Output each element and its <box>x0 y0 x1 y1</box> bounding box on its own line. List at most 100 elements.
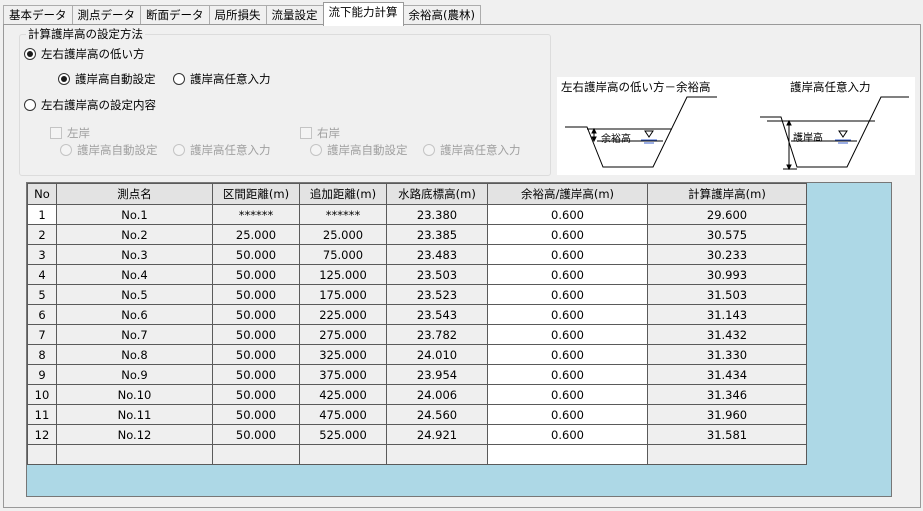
left-bank-checkbox[interactable]: 左岸 <box>50 125 90 141</box>
table-row[interactable]: 11 No.11 50.000 475.000 24.560 0.600 31.960 <box>27 404 807 425</box>
radio-icon[interactable] <box>173 144 185 156</box>
table-cell[interactable]: 31.581 <box>647 424 807 445</box>
table-cell[interactable]: 0.600 <box>487 324 648 345</box>
table-row[interactable]: 1 No.1 ****** ****** 23.380 0.600 29.600 <box>27 204 807 225</box>
table-cell[interactable]: 23.523 <box>386 284 488 305</box>
left-manual-input[interactable]: 護岸高任意入力 <box>173 142 271 158</box>
row-number-cell[interactable]: 7 <box>27 324 57 345</box>
table-cell[interactable]: 225.000 <box>299 304 387 325</box>
table-cell[interactable]: 0.600 <box>487 284 648 305</box>
table-cell[interactable]: 375.000 <box>299 364 387 385</box>
station-data-grid[interactable]: No 測点名 区間距離(m) 追加距離(m) 水路底標高(m) 余裕高/護岸高(m) 計算護… <box>26 182 892 497</box>
table-cell[interactable]: No.6 <box>56 304 213 325</box>
table-cell[interactable]: 25.000 <box>299 224 387 245</box>
table-cell[interactable]: 23.954 <box>386 364 488 385</box>
radio-icon[interactable] <box>173 73 185 85</box>
table-cell[interactable] <box>386 444 488 465</box>
table-cell[interactable]: 0.600 <box>487 264 648 285</box>
table-cell[interactable]: 30.575 <box>647 224 807 245</box>
column-header[interactable]: 水路底標高(m) <box>386 183 488 205</box>
table-cell[interactable]: 0.600 <box>487 224 648 245</box>
column-header[interactable]: 余裕高/護岸高(m) <box>487 183 648 205</box>
table-cell[interactable]: 23.543 <box>386 304 488 325</box>
table-cell[interactable]: 31.503 <box>647 284 807 305</box>
table-cell[interactable]: 0.600 <box>487 384 648 405</box>
table-row[interactable]: 6 No.6 50.000 225.000 23.543 0.600 31.143 <box>27 304 807 325</box>
table-row[interactable]: 5 No.5 50.000 175.000 23.523 0.600 31.503 <box>27 284 807 305</box>
table-cell[interactable] <box>299 444 387 465</box>
option-lower-bank[interactable]: 左右護岸高の低い方 <box>24 46 145 62</box>
table-row[interactable]: 9 No.9 50.000 375.000 23.954 0.600 31.434 <box>27 364 807 385</box>
table-cell[interactable]: No.8 <box>56 344 213 365</box>
tab-4[interactable]: 局所損失 <box>208 5 267 25</box>
tab-3[interactable]: 断面データ <box>140 5 210 25</box>
table-cell[interactable]: No.1 <box>56 204 213 225</box>
table-cell[interactable]: 31.960 <box>647 404 807 425</box>
table-cell[interactable]: No.7 <box>56 324 213 345</box>
table-cell[interactable]: 31.346 <box>647 384 807 405</box>
table-cell[interactable]: 24.006 <box>386 384 488 405</box>
table-cell[interactable]: 0.600 <box>487 204 648 225</box>
table-row[interactable]: 7 No.7 50.000 275.000 23.782 0.600 31.432 <box>27 324 807 345</box>
table-cell[interactable]: 23.483 <box>386 244 488 265</box>
table-row[interactable]: 2 No.2 25.000 25.000 23.385 0.600 30.575 <box>27 224 807 245</box>
table-row[interactable]: 10 No.10 50.000 425.000 24.006 0.600 31.346 <box>27 384 807 405</box>
table-row[interactable]: 3 No.3 50.000 75.000 23.483 0.600 30.233 <box>27 244 807 265</box>
row-number-cell[interactable]: 5 <box>27 284 57 305</box>
table-cell[interactable]: 0.600 <box>487 424 648 445</box>
tab-1[interactable]: 基本データ <box>3 5 73 25</box>
table-cell[interactable]: No.3 <box>56 244 213 265</box>
table-row[interactable]: 4 No.4 50.000 125.000 23.503 0.600 30.993 <box>27 264 807 285</box>
table-cell[interactable]: ****** <box>299 204 387 225</box>
right-manual-input[interactable]: 護岸高任意入力 <box>423 142 521 158</box>
table-cell[interactable]: 0.600 <box>487 304 648 325</box>
tab-5[interactable]: 流量設定 <box>265 5 324 25</box>
table-cell[interactable]: 425.000 <box>299 384 387 405</box>
tab-7[interactable]: 余裕高(農林) <box>402 5 481 25</box>
table-cell[interactable]: 50.000 <box>212 404 300 425</box>
radio-icon[interactable] <box>310 144 322 156</box>
radio-icon[interactable] <box>24 99 36 111</box>
table-cell[interactable]: 23.380 <box>386 204 488 225</box>
table-cell[interactable]: 31.330 <box>647 344 807 365</box>
row-number-cell[interactable]: 1 <box>27 204 57 225</box>
table-cell[interactable]: 50.000 <box>212 384 300 405</box>
row-number-cell[interactable]: 4 <box>27 264 57 285</box>
row-number-cell[interactable]: 11 <box>27 404 57 425</box>
column-header[interactable]: 計算護岸高(m) <box>647 183 807 205</box>
checkbox-icon[interactable] <box>300 127 312 139</box>
table-cell[interactable]: No.4 <box>56 264 213 285</box>
table-cell[interactable]: No.9 <box>56 364 213 385</box>
row-number-cell[interactable]: 10 <box>27 384 57 405</box>
tab-6[interactable]: 流下能力計算 <box>322 2 404 26</box>
column-header[interactable]: 追加距離(m) <box>299 183 387 205</box>
table-cell[interactable]: 125.000 <box>299 264 387 285</box>
table-cell[interactable]: 0.600 <box>487 344 648 365</box>
option-each-bank[interactable]: 左右護岸高の設定内容 <box>24 97 156 113</box>
table-cell[interactable]: 29.600 <box>647 204 807 225</box>
row-number-cell[interactable]: 2 <box>27 224 57 245</box>
row-number-cell[interactable]: 3 <box>27 244 57 265</box>
table-cell[interactable]: No.5 <box>56 284 213 305</box>
column-header[interactable]: 測点名 <box>56 183 213 205</box>
table-cell[interactable]: 325.000 <box>299 344 387 365</box>
table-cell[interactable]: No.2 <box>56 224 213 245</box>
option-auto-set[interactable]: 護岸高自動設定 <box>58 71 156 87</box>
table-cell[interactable]: 175.000 <box>299 284 387 305</box>
row-number-cell[interactable]: 6 <box>27 304 57 325</box>
table-cell[interactable]: 50.000 <box>212 344 300 365</box>
table-cell[interactable]: 24.010 <box>386 344 488 365</box>
row-number-cell[interactable]: 12 <box>27 424 57 445</box>
table-cell[interactable]: 275.000 <box>299 324 387 345</box>
table-cell[interactable]: 23.503 <box>386 264 488 285</box>
table-row[interactable] <box>27 444 807 465</box>
checkbox-icon[interactable] <box>50 127 62 139</box>
radio-icon[interactable] <box>58 73 70 85</box>
table-cell[interactable]: 75.000 <box>299 244 387 265</box>
table-cell[interactable]: 50.000 <box>212 244 300 265</box>
table-cell[interactable]: 50.000 <box>212 304 300 325</box>
table-cell[interactable] <box>647 444 807 465</box>
table-cell[interactable]: 24.921 <box>386 424 488 445</box>
table-cell[interactable]: 525.000 <box>299 424 387 445</box>
table-cell[interactable] <box>212 444 300 465</box>
